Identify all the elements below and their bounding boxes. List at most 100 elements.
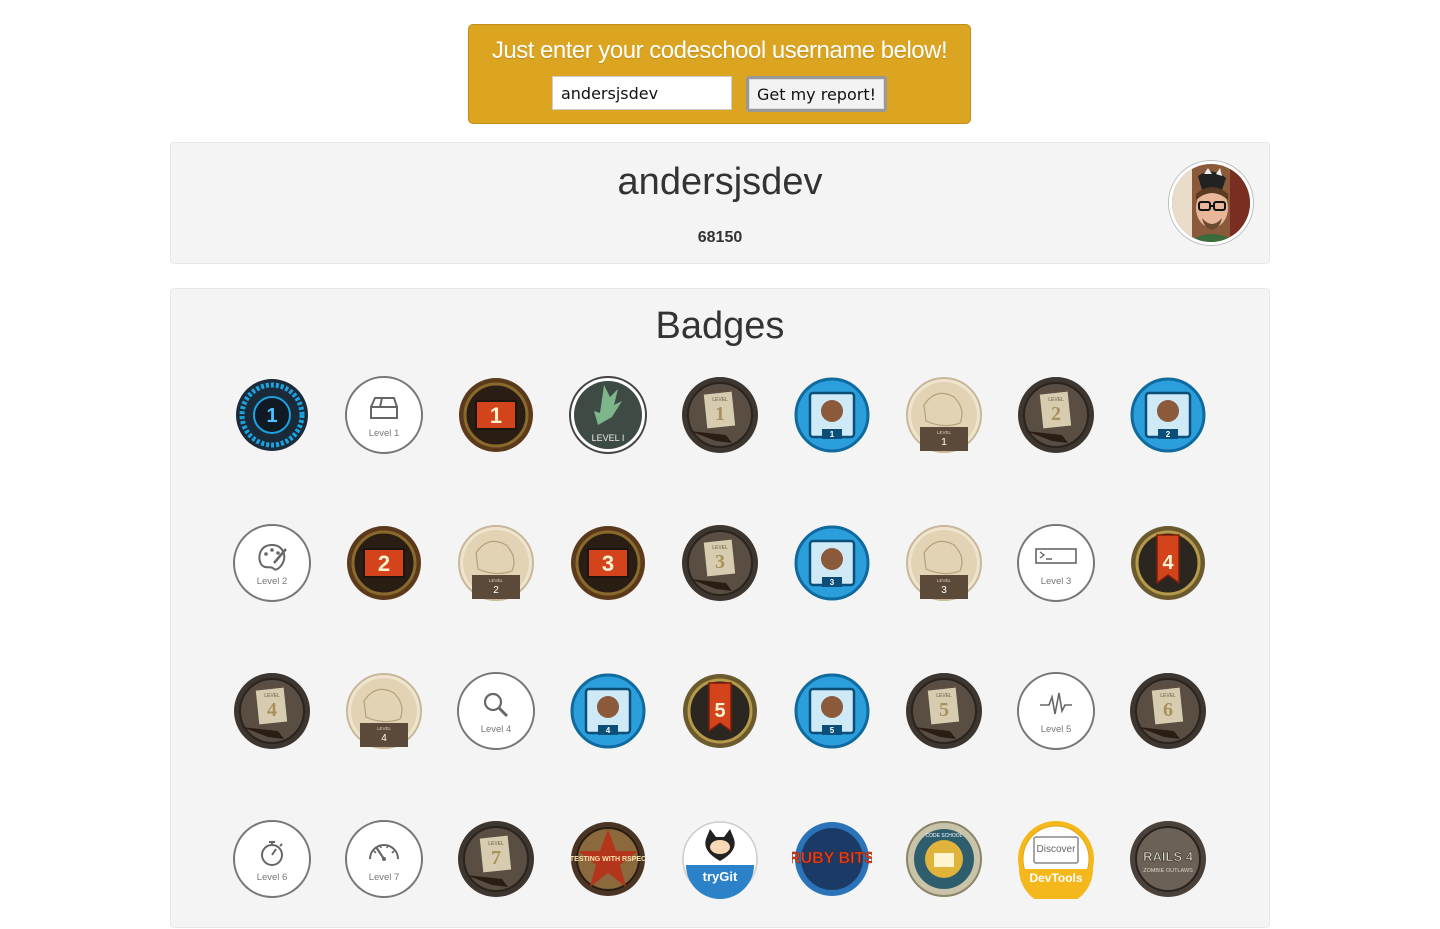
get-report-button[interactable]: Get my report! xyxy=(745,76,888,112)
username-input[interactable] xyxy=(551,76,732,110)
badge-image: 1 xyxy=(459,378,533,452)
badge-western[interactable]: LEVEL 4 xyxy=(232,671,312,751)
badge-caption: Level 1 xyxy=(369,428,400,439)
profile-username: andersjsdev xyxy=(617,161,823,203)
badge-image: RUBY BITS xyxy=(792,822,872,896)
badge-outline[interactable]: Level 6 xyxy=(232,819,312,899)
badge-image: LEVEL1 xyxy=(906,377,982,453)
badge-image: LEVEL5 xyxy=(906,673,982,749)
username-search-box: Just enter your codeschool username belo… xyxy=(468,24,971,124)
badge-level: 4 xyxy=(1162,552,1174,574)
badge-level: 4 xyxy=(381,733,387,744)
badge-level: 5 xyxy=(939,699,949,721)
badge-outline[interactable]: Level 1 xyxy=(344,375,424,455)
badge-caption: Level 7 xyxy=(369,872,400,883)
badge-western[interactable]: LEVEL 7 xyxy=(456,819,536,899)
badge-blue[interactable]: 4 xyxy=(568,671,648,751)
badge-image: LEVEL 3 xyxy=(906,525,982,601)
badge-level: 2 xyxy=(1166,430,1171,439)
badge-zombie[interactable]: LEVEL I xyxy=(568,375,648,455)
badge-devtools[interactable]: Discover DevTools xyxy=(1016,819,1096,899)
badge-caption: Level 3 xyxy=(1041,576,1072,587)
badge-outline[interactable]: Level 5 xyxy=(1016,671,1096,751)
badge-title: Discover xyxy=(1037,844,1077,855)
badge-image: CODE SCHOOL xyxy=(906,821,982,897)
badge-image: tryGit xyxy=(682,821,758,899)
badge-western[interactable]: LEVEL 3 xyxy=(680,523,760,603)
badge-outline[interactable]: Level 3 xyxy=(1016,523,1096,603)
badge-image: 1 xyxy=(236,379,308,451)
badge-outline[interactable]: Level 2 xyxy=(232,523,312,603)
badge-image: LEVEL2 xyxy=(1018,377,1094,453)
badge-level: 3 xyxy=(715,551,725,573)
badge-image: Discover DevTools xyxy=(1018,821,1094,899)
badge-western[interactable]: LEVEL 1 xyxy=(680,375,760,455)
badge-level: 4 xyxy=(606,726,611,735)
badge-parchment[interactable]: LEVEL 3 xyxy=(904,523,984,603)
badge-level: 5 xyxy=(714,700,725,722)
badge-image: LEVEL2 xyxy=(458,525,534,601)
badge-subtitle: ZOMBIE OUTLAWS xyxy=(1143,868,1193,874)
badge-metal[interactable]: 2 xyxy=(344,523,424,603)
badge-title: TESTING WITH RSPEC xyxy=(570,856,646,863)
badge-level: 1 xyxy=(490,403,502,428)
badge-caption: Level 6 xyxy=(257,872,288,883)
badge-image: 3 xyxy=(794,525,870,601)
badge-image: LEVEL I xyxy=(569,376,647,454)
badge-rspec[interactable]: TESTING WITH RSPEC xyxy=(568,819,648,899)
badge-image: LEVEL1 xyxy=(682,377,758,453)
badge-western[interactable]: LEVEL 6 xyxy=(1128,671,1208,751)
svg-text:LEVEL: LEVEL xyxy=(489,578,504,583)
badge-image: 2 xyxy=(347,526,421,600)
badge-image: LEVEL7 xyxy=(458,821,534,897)
badge-blue[interactable]: 3 xyxy=(792,523,872,603)
badge-image: LEVEL 4 xyxy=(346,673,422,749)
badge-metal[interactable]: 3 xyxy=(568,523,648,603)
badge-image: TESTING WITH RSPEC xyxy=(570,822,646,896)
badge-level: 3 xyxy=(602,551,614,576)
svg-text:LEVEL: LEVEL xyxy=(937,578,952,583)
badge-parchment[interactable]: LEVEL 2 xyxy=(456,523,536,603)
badge-level: 1 xyxy=(715,403,725,425)
badge-parchment[interactable]: LEVEL 1 xyxy=(904,375,984,455)
badge-image: LEVEL3 xyxy=(682,525,758,601)
avatar-photo xyxy=(1172,164,1250,242)
badge-title: RAILS 4 xyxy=(1143,849,1194,864)
badge-rails[interactable]: RAILS 4 ZOMBIE OUTLAWS xyxy=(1128,819,1208,899)
badge-blue[interactable]: 1 xyxy=(792,375,872,455)
badge-image: 5 xyxy=(683,674,757,748)
badge-blue[interactable]: 5 xyxy=(792,671,872,751)
badge-image: Level 1 xyxy=(345,376,423,454)
badge-caption: Level 5 xyxy=(1041,724,1072,735)
badge-title: RUBY BITS xyxy=(792,850,872,867)
badge-parchment[interactable]: LEVEL 4 xyxy=(344,671,424,751)
badge-image: 4 xyxy=(1131,526,1205,600)
badge-western[interactable]: LEVEL 2 xyxy=(1016,375,1096,455)
badge-subtitle: DevTools xyxy=(1029,871,1082,885)
badge-blue[interactable]: 2 xyxy=(1128,375,1208,455)
badge-banner[interactable]: 5 xyxy=(680,671,760,751)
badge-ruby[interactable]: RUBY BITS xyxy=(792,819,872,899)
badge-grid: 1 Level 1 1 LEVEL I LEVEL 1 1 LEVEL 1 LEVEL 2 2 Leve… xyxy=(171,289,1271,929)
badge-level: 3 xyxy=(941,585,947,596)
badge-banner[interactable]: 4 xyxy=(1128,523,1208,603)
badge-level: 6 xyxy=(1163,699,1173,721)
badge-trygit[interactable]: tryGit xyxy=(680,819,760,899)
badge-level: 4 xyxy=(267,699,277,721)
badge-image: 5 xyxy=(794,673,870,749)
badge-outline[interactable]: Level 4 xyxy=(456,671,536,751)
badge-image: Level 7 xyxy=(345,820,423,898)
badge-level: 7 xyxy=(491,847,501,869)
badge-image: Level 6 xyxy=(233,820,311,898)
badge-image: 3 xyxy=(571,526,645,600)
svg-text:LEVEL: LEVEL xyxy=(377,726,392,731)
badge-outline[interactable]: Level 7 xyxy=(344,819,424,899)
badge-metal[interactable]: 1 xyxy=(456,375,536,455)
badge-image: Level 5 xyxy=(1017,672,1095,750)
badge-image: Level 2 xyxy=(233,524,311,602)
badge-image: 2 xyxy=(1130,377,1206,453)
badge-level: 3 xyxy=(830,578,835,587)
badge-tech[interactable]: 1 xyxy=(232,375,312,455)
badge-seal[interactable]: CODE SCHOOL xyxy=(904,819,984,899)
badge-western[interactable]: LEVEL 5 xyxy=(904,671,984,751)
